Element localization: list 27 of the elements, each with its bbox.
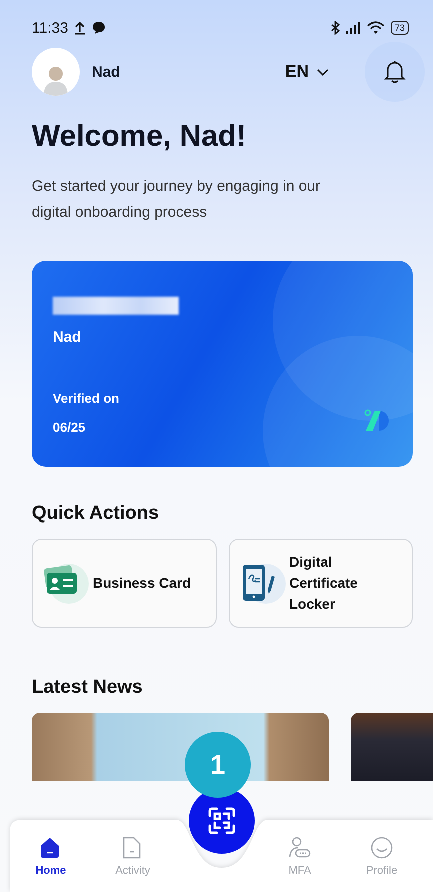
chevron-down-icon [317,68,329,76]
welcome-subtitle: Get started your journey by engaging in our digital onboarding process [32,177,322,223]
bell-icon [384,60,406,84]
qr-scan-icon [208,807,236,835]
battery-level: 73 [390,21,409,35]
person-silhouette-icon [42,64,70,96]
status-time: 11:33 [32,20,68,36]
verified-date: 06/25 [53,420,86,435]
welcome-title: Welcome, Nad! [32,120,248,154]
home-icon [40,836,62,858]
language-selector[interactable]: EN [285,62,329,82]
section-title: Quick Actions [32,503,160,525]
user-name: Nad [92,64,122,80]
wifi-icon [366,21,385,35]
bluetooth-icon [330,21,340,35]
signal-icon [346,21,361,35]
nav-tab[interactable]: Home [10,820,92,892]
chat-bubble-icon [92,21,106,35]
smiley-icon [371,836,393,858]
quick-action-button[interactable]: Business Card [32,539,216,628]
card-holder-name: Nad [53,329,82,346]
quick-action-button[interactable]: Digital Certificate Locker [228,539,413,628]
person-key-icon [289,836,311,858]
verified-label: Verified on [53,391,120,406]
upload-icon [74,21,86,35]
business-card-icon [43,562,89,606]
section-title: Latest News [32,677,144,699]
